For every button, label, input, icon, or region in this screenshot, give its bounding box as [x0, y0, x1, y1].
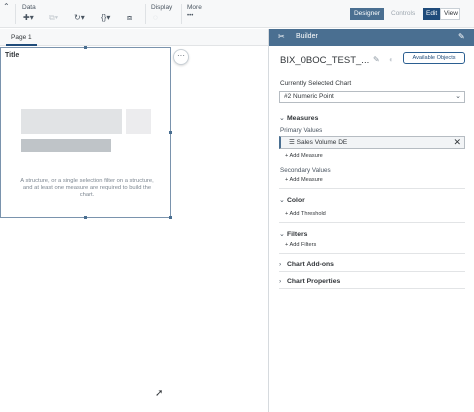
copy-icon[interactable]: ⧉▾	[49, 13, 58, 23]
builder-tools-icon[interactable]: ✂	[278, 32, 285, 41]
primary-value-name: Sales Volume DE	[296, 139, 348, 146]
primary-value-token[interactable]: ☰ Sales Volume DE ✕	[279, 136, 465, 149]
available-objects-button[interactable]: Available Objects	[403, 52, 465, 64]
secondary-values-label: Secondary Values	[280, 167, 331, 174]
filters-label: Filters	[287, 231, 308, 238]
chart-type-select[interactable]: #2 Numeric Point ⌄	[279, 91, 465, 103]
chevron-right-icon: ›	[279, 278, 282, 285]
add-threshold-link[interactable]: + Add Threshold	[285, 211, 326, 217]
chevron-down-icon: ⌄	[455, 93, 461, 100]
chevron-down-icon: ⌄	[279, 197, 285, 204]
add-filters-link[interactable]: + Add Filters	[285, 242, 316, 248]
resize-handle[interactable]	[84, 46, 87, 49]
toolbar: ⌃ Data ✚▾ ⧉▾ ↻▾ {}▾ ⧈ Display ◌ More •••…	[0, 0, 474, 28]
section-divider	[279, 288, 465, 289]
section-divider	[279, 271, 465, 272]
formula-icon[interactable]: {}▾	[101, 13, 110, 22]
builder-panel: ✂ Builder ✎ BIX_0BOC_TEST_... ✎ ◐ Availa…	[268, 29, 474, 412]
currently-selected-chart-label: Currently Selected Chart	[280, 80, 352, 87]
list-icon: ☰	[289, 139, 297, 146]
filters-section-header[interactable]: ⌄ Filters	[279, 230, 307, 238]
widget-title[interactable]: Title	[5, 52, 19, 59]
styling-icon[interactable]: ✎	[458, 32, 465, 41]
chart-properties-section-header[interactable]: › Chart Properties	[279, 278, 340, 285]
remove-icon[interactable]: ✕	[453, 137, 461, 148]
display-group-label: Display	[151, 4, 173, 11]
add-measure-link-secondary[interactable]: + Add Measure	[285, 177, 323, 183]
resize-handle[interactable]	[169, 131, 172, 134]
measures-section-header[interactable]: ⌄ Measures	[279, 114, 318, 122]
widget-more-actions-icon[interactable]: ···	[173, 49, 189, 65]
controls-button[interactable]: Controls	[388, 8, 418, 20]
chart-placeholder-line	[21, 139, 111, 152]
toolbar-divider	[15, 4, 16, 24]
resize-handle[interactable]	[169, 216, 172, 219]
hide-icon[interactable]: ◐	[389, 55, 394, 64]
chart-addons-section-header[interactable]: › Chart Add-ons	[279, 261, 334, 268]
builder-title: Builder	[296, 33, 318, 40]
color-section-header[interactable]: ⌄ Color	[279, 196, 305, 204]
collapse-chevron-icon[interactable]: ⌃	[3, 2, 10, 11]
resize-handle[interactable]	[84, 216, 87, 219]
designer-button[interactable]: Designer	[350, 8, 384, 20]
story-canvas[interactable]: Title A structure, or a single selection…	[0, 46, 268, 412]
tab-page-1[interactable]: Page 1	[6, 29, 37, 46]
more-options-icon[interactable]: •••	[187, 13, 193, 19]
numeric-point-icon: #2	[284, 93, 292, 100]
chart-widget[interactable]: Title A structure, or a single selection…	[0, 47, 171, 218]
chart-addons-label: Chart Add-ons	[287, 261, 334, 268]
linked-analysis-icon[interactable]: ⧈	[127, 13, 132, 23]
chart-properties-label: Chart Properties	[287, 278, 341, 285]
chevron-down-icon: ⌄	[279, 231, 285, 238]
chevron-down-icon: ⌄	[279, 115, 285, 122]
add-measure-link-primary[interactable]: + Add Measure	[285, 153, 323, 159]
toolbar-divider	[181, 4, 182, 24]
more-group-label: More	[187, 4, 202, 11]
chart-placeholder-bar	[21, 109, 122, 134]
measures-label: Measures	[287, 115, 319, 122]
refresh-icon[interactable]: ↻▾	[74, 13, 85, 22]
display-icon[interactable]: ◌	[153, 13, 158, 22]
color-label: Color	[287, 197, 305, 204]
chart-placeholder-square	[126, 109, 151, 134]
chart-name: BIX_0BOC_TEST_...	[280, 55, 370, 66]
section-divider	[279, 253, 465, 254]
section-divider	[279, 222, 465, 223]
section-divider	[279, 188, 465, 189]
edit-model-icon[interactable]: ✎	[373, 55, 380, 64]
edit-mode-button[interactable]: Edit	[423, 8, 440, 20]
page-tabs-bar: Page 1	[0, 29, 268, 46]
data-group-label: Data	[22, 4, 36, 11]
builder-header: ✂ Builder ✎	[269, 29, 474, 46]
chart-type-value: Numeric Point	[293, 93, 334, 100]
chevron-right-icon: ›	[279, 261, 282, 268]
toolbar-divider	[145, 4, 146, 24]
mouse-pointer-icon: ➚	[155, 388, 164, 399]
widget-requirement-message: A structure, or a single selection filte…	[20, 178, 154, 198]
view-mode-button[interactable]: View	[440, 8, 460, 20]
primary-values-label: Primary Values	[280, 127, 323, 134]
add-data-icon[interactable]: ✚▾	[23, 13, 34, 22]
